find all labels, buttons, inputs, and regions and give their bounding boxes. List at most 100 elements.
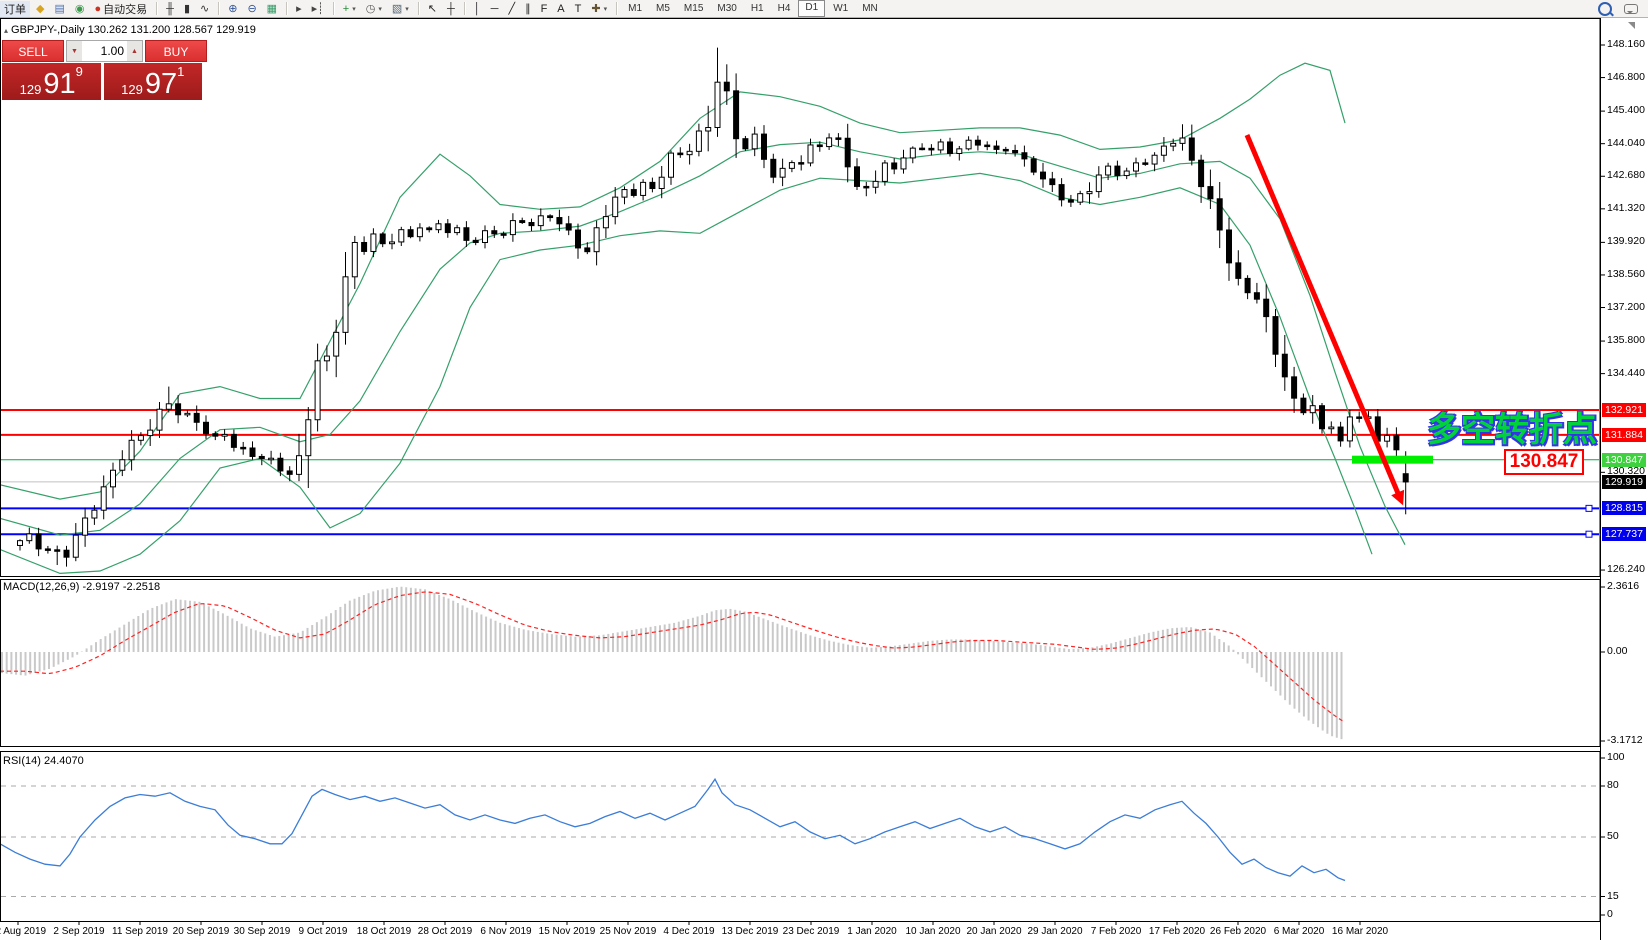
chart-window[interactable]: ▴GBPJPY-,Daily 130.262 131.200 128.567 1…	[0, 18, 1648, 940]
price-level-callout[interactable]: 130.847	[1504, 449, 1584, 475]
trendline-icon: ╱	[508, 1, 515, 17]
turning-point-annotation[interactable]: 多空转折点	[1427, 402, 1597, 451]
timeframe-button-d1[interactable]: D1	[798, 0, 825, 17]
text-icon[interactable]: A	[553, 1, 568, 17]
date-axis-label: 25 Nov 2019	[600, 926, 657, 937]
timeframe-button-m5[interactable]: M5	[650, 1, 676, 16]
buy-button[interactable]: BUY	[145, 40, 207, 62]
cursor-icon[interactable]: ↖	[424, 1, 441, 17]
chat-icon[interactable]	[1624, 4, 1638, 14]
zoom-out-icon[interactable]: ⊖	[243, 1, 260, 17]
macd-indicator-label: MACD(12,26,9) -2.9197 -2.2518	[3, 581, 160, 593]
zoom-in-icon[interactable]: ⊕	[224, 1, 241, 17]
crosshair-icon[interactable]: ┼	[443, 1, 459, 17]
date-axis-label: 16 Mar 2020	[1332, 926, 1388, 937]
timeframe-button-m30[interactable]: M30	[711, 1, 742, 16]
timeframe-button-m1[interactable]: M1	[622, 1, 648, 16]
zoom-in-icon: ⊕	[228, 1, 237, 17]
price-axis-tick: 134.440	[1607, 367, 1645, 379]
date-axis-label: 13 Dec 2019	[722, 926, 779, 937]
toolbar-separator	[418, 2, 419, 15]
rsi-axis-tick: 80	[1607, 779, 1619, 791]
mt4-window: 订单◆▤◉●自动交易╫▮∿⊕⊖▦▸▸┊+▾◷▾▧▾↖┼│─╱∥FAT✚▾M1M5…	[0, 0, 1648, 940]
search-icon[interactable]	[1598, 2, 1612, 16]
indicators-icon: +	[343, 1, 349, 17]
autotrade-button: ●	[94, 1, 101, 17]
date-axis-label: 20 Sep 2019	[173, 926, 230, 937]
chart-shift-marker[interactable]	[1628, 22, 1635, 29]
signal-icon[interactable]: ◉	[71, 1, 89, 17]
timeframe-button-h4[interactable]: H4	[772, 1, 797, 16]
auto-scroll-icon[interactable]: ▸	[292, 1, 306, 17]
price-axis-tick: 139.920	[1607, 235, 1645, 247]
text-label-icon: T	[575, 1, 582, 17]
date-axis-label: 10 Jan 2020	[905, 926, 960, 937]
line-chart-icon[interactable]: ∿	[196, 1, 213, 17]
toolbar-separator	[616, 2, 617, 15]
horizontal-line-icon[interactable]: ─	[487, 1, 503, 17]
price-axis-tick: 146.800	[1607, 71, 1645, 83]
date-axis-label: 4 Dec 2019	[663, 926, 714, 937]
arrows-icon: ✚	[591, 1, 600, 17]
equidistant-channel-icon[interactable]: ∥	[521, 1, 535, 17]
buy-price-display[interactable]: 129971	[104, 63, 203, 100]
arrows-icon[interactable]: ✚▾	[587, 1, 611, 17]
sell-button[interactable]: SELL	[2, 40, 64, 62]
volume-input[interactable]	[82, 41, 127, 61]
timeframe-button-m15[interactable]: M15	[678, 1, 709, 16]
toolbar-separator	[333, 2, 334, 15]
rsi-axis-tick: 15	[1607, 890, 1619, 902]
dropdown-arrow-icon[interactable]: ▾	[378, 5, 382, 13]
text-icon: A	[557, 1, 564, 17]
new-order-button[interactable]: 订单	[0, 1, 30, 17]
text-label-icon[interactable]: T	[571, 1, 586, 17]
date-axis-label: 9 Oct 2019	[299, 926, 348, 937]
macd-axis-tick: 0.00	[1607, 645, 1627, 657]
trendline-icon[interactable]: ╱	[504, 1, 519, 17]
tile-windows-icon: ▦	[267, 1, 277, 17]
date-axis-label: 28 Oct 2019	[418, 926, 472, 937]
zoom-out-icon: ⊖	[247, 1, 256, 17]
fibonacci-icon[interactable]: F	[537, 1, 552, 17]
date-axis-label: 15 Nov 2019	[539, 926, 596, 937]
cursor-icon: ↖	[428, 1, 437, 17]
bar-chart-icon[interactable]: ╫	[162, 1, 178, 17]
timeframe-button-mn[interactable]: MN	[856, 1, 884, 16]
horizontal-line-icon: ─	[491, 1, 499, 17]
macd-axis-tick: -3.1712	[1607, 734, 1643, 746]
crosshair-icon: ┼	[447, 1, 455, 17]
periods-icon[interactable]: ◷▾	[362, 1, 386, 17]
vertical-line-icon[interactable]: │	[470, 1, 485, 17]
main-toolbar: 订单◆▤◉●自动交易╫▮∿⊕⊖▦▸▸┊+▾◷▾▧▾↖┼│─╱∥FAT✚▾M1M5…	[0, 0, 1648, 18]
dropdown-arrow-icon[interactable]: ▾	[604, 5, 608, 13]
timeframe-button-w1[interactable]: W1	[827, 1, 854, 16]
candlestick-chart-icon[interactable]: ▮	[180, 1, 194, 17]
tile-windows-icon[interactable]: ▦	[263, 1, 281, 17]
chart-canvas[interactable]	[0, 18, 1648, 940]
support-highlight-bar[interactable]	[1352, 456, 1433, 464]
price-tag-130.847: 130.847	[1602, 453, 1646, 467]
dropdown-arrow-icon[interactable]: ▾	[405, 5, 409, 13]
date-axis-label: 17 Feb 2020	[1149, 926, 1205, 937]
timeframe-button-h1[interactable]: H1	[745, 1, 770, 16]
chart-shift-icon[interactable]: ▸┊	[308, 1, 328, 17]
dropdown-arrow-icon[interactable]: ▾	[352, 5, 356, 13]
templates-icon[interactable]: ▧▾	[388, 1, 413, 17]
collapse-triangle-icon[interactable]: ▴	[4, 26, 8, 35]
fibonacci-icon: F	[541, 1, 548, 17]
line-handle[interactable]	[1586, 531, 1592, 537]
price-axis-tick: 135.800	[1607, 334, 1645, 346]
history-book-icon[interactable]: ◆	[32, 1, 48, 17]
bar-chart-icon: ╫	[166, 1, 174, 17]
equidistant-channel-icon: ∥	[525, 1, 531, 17]
toolbar-separator	[218, 2, 219, 15]
volume-decrease-button[interactable]: ▼	[67, 41, 82, 61]
date-axis-label: 11 Sep 2019	[112, 926, 168, 937]
symbol-ohlc-text: GBPJPY-,Daily 130.262 131.200 128.567 12…	[11, 24, 256, 36]
sell-price-display[interactable]: 129919	[2, 63, 101, 100]
volume-increase-button[interactable]: ▲	[127, 41, 142, 61]
line-handle[interactable]	[1586, 505, 1592, 511]
autotrade-button[interactable]: ●自动交易	[90, 1, 151, 17]
terminal-icon[interactable]: ▤	[50, 1, 68, 17]
indicators-icon[interactable]: +▾	[339, 1, 360, 17]
